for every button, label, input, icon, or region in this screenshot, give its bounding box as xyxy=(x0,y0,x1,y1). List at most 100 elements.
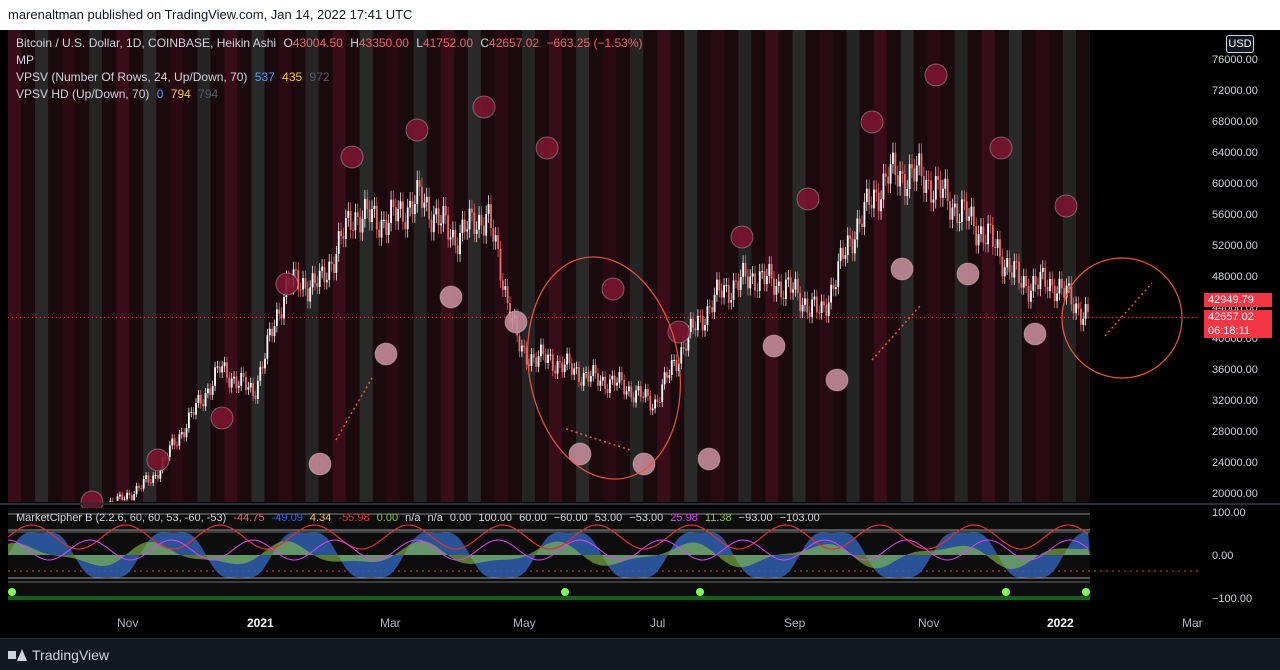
candle-body xyxy=(413,204,416,215)
volume-stripe xyxy=(684,30,698,502)
volume-stripe xyxy=(224,30,238,502)
candle-body xyxy=(333,264,335,274)
cycle-top-marker xyxy=(601,277,625,301)
vpsv-name: VPSV (Number Of Rows, 24, Up/Down, 70) xyxy=(16,70,248,84)
candle-body xyxy=(432,214,435,233)
currency-button[interactable]: USD xyxy=(1226,35,1254,53)
mc-name: MarketCipher B (2.2.6, 60, 60, 53, -60, … xyxy=(16,512,227,524)
candle-body xyxy=(903,173,906,197)
candle-body xyxy=(404,221,407,230)
candle-body xyxy=(692,318,695,328)
candle-body xyxy=(937,176,940,180)
candle-body xyxy=(328,261,331,280)
candle-body xyxy=(953,203,956,208)
vpsv-legend[interactable]: VPSV (Number Of Rows, 24, Up/Down, 70) 5… xyxy=(16,70,334,84)
time-label-mar-2022: Mar xyxy=(1182,616,1203,630)
candle-body xyxy=(982,226,985,243)
mc-v11: −60.00 xyxy=(553,512,588,524)
volume-stripe xyxy=(792,30,806,502)
candle-body xyxy=(435,208,438,215)
candle-body xyxy=(787,277,790,280)
candle-body xyxy=(299,289,302,291)
candle-body xyxy=(887,176,890,184)
candle-body xyxy=(278,309,281,315)
candle-body xyxy=(849,235,852,239)
candle-body xyxy=(623,379,626,395)
candle-body xyxy=(587,371,590,382)
chart-canvas[interactable]: 100.00 0.00 −100.00 76000.00 72000.00 68000.… xyxy=(0,30,1280,638)
cycle-top-marker xyxy=(405,118,429,142)
candle-body xyxy=(352,229,354,231)
mp-legend[interactable]: MP xyxy=(16,53,38,67)
candle-body xyxy=(423,202,426,208)
candle-body xyxy=(972,206,975,227)
cycle-top-marker xyxy=(924,63,948,87)
candle-body xyxy=(589,376,592,382)
cycle-top-marker xyxy=(1054,194,1078,218)
candle-body xyxy=(927,179,930,181)
vpsvhd-name: VPSV HD (Up/Down, 70) xyxy=(16,87,150,101)
price-tick-label: 64000.00 xyxy=(1212,147,1258,159)
candle-body xyxy=(530,354,533,366)
candle-body xyxy=(192,411,195,415)
candle-body xyxy=(961,199,963,223)
open-value: 43004.50 xyxy=(292,36,343,50)
time-label-may: May xyxy=(513,616,536,630)
candle-body xyxy=(275,309,278,327)
mc-v4: -55.98 xyxy=(338,512,370,524)
candle-body xyxy=(792,289,794,293)
price-tick-label: 28000.00 xyxy=(1212,426,1258,438)
volume-stripe xyxy=(711,30,725,502)
volume-stripe xyxy=(359,30,373,502)
candle-body xyxy=(799,293,802,312)
candle-body xyxy=(366,198,369,210)
candle-body xyxy=(751,273,754,277)
price-tick-label: 68000.00 xyxy=(1212,116,1258,128)
candle-body xyxy=(109,500,112,502)
cycle-top-marker xyxy=(472,95,496,119)
volume-stripe xyxy=(521,30,535,502)
candle-body xyxy=(537,356,540,367)
publisher-line: marenaltman published on TradingView.com… xyxy=(8,7,413,22)
candle-body xyxy=(142,479,145,489)
candle-body xyxy=(968,216,970,221)
candle-body xyxy=(375,205,378,230)
candle-body xyxy=(991,225,994,247)
symbol-label: Bitcoin / U.S. Dollar, 1D, COINBASE, Hei… xyxy=(16,36,277,50)
time-label-mar-2021: Mar xyxy=(380,616,401,630)
tradingview-logo[interactable]: TradingView xyxy=(8,647,109,663)
candle-body xyxy=(894,152,897,176)
vpsvhd-legend[interactable]: VPSV HD (Up/Down, 70) 0 794 794 xyxy=(16,87,222,101)
mc-bottom-bar xyxy=(8,596,1090,600)
cycle-top-marker xyxy=(146,448,170,472)
candle-body xyxy=(463,219,466,232)
marketcipher-legend[interactable]: MarketCipher B (2.2.6, 60, 60, 53, -60, … xyxy=(16,512,824,524)
candle-body xyxy=(599,380,602,386)
main-legend[interactable]: Bitcoin / U.S. Dollar, 1D, COINBASE, Hei… xyxy=(16,36,647,50)
candle-body xyxy=(958,222,961,224)
candle-body xyxy=(884,173,887,177)
candle-body xyxy=(768,263,771,277)
cycle-bottom-marker xyxy=(825,368,849,392)
candle-body xyxy=(832,284,835,290)
candle-body xyxy=(1058,278,1061,294)
candle-body xyxy=(649,395,652,411)
candle-body xyxy=(532,354,535,358)
candle-body xyxy=(119,494,121,497)
price-tick-label: 32000.00 xyxy=(1212,395,1258,407)
candle-body xyxy=(580,382,583,386)
candle-body xyxy=(416,180,419,205)
candle-body xyxy=(899,170,901,187)
candle-body xyxy=(394,207,397,222)
volume-stripe xyxy=(440,30,454,502)
candle-body xyxy=(478,214,480,230)
candle-body xyxy=(737,280,740,291)
mc-v2: -49.09 xyxy=(271,512,303,524)
price-tick-label: 36000.00 xyxy=(1212,364,1258,376)
price-tick-label: 56000.00 xyxy=(1212,209,1258,221)
chart-area[interactable]: 100.00 0.00 −100.00 76000.00 72000.00 68000.… xyxy=(0,30,1280,638)
candle-body xyxy=(594,364,597,374)
tradingview-brand: TradingView xyxy=(32,647,110,663)
price-tick-label: 72000.00 xyxy=(1212,85,1258,97)
candle-body xyxy=(815,296,818,313)
